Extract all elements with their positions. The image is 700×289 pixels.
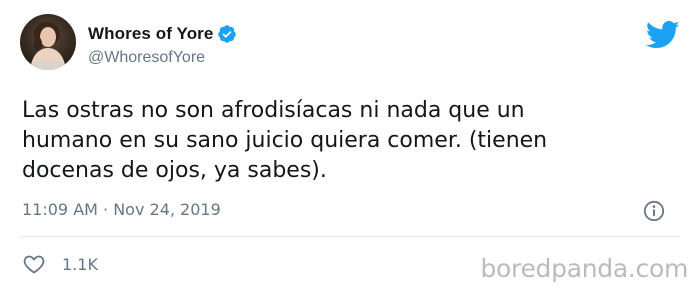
info-icon[interactable]	[642, 199, 666, 223]
twitter-bird-icon[interactable]	[645, 20, 680, 50]
display-name[interactable]: Whores of Yore	[88, 24, 213, 44]
tweet-header: Whores of Yore @WhoresofYore	[20, 14, 680, 78]
tweet-meta-row: 11:09 AM · Nov 24, 2019	[22, 199, 678, 223]
like-count[interactable]: 1.1K	[62, 255, 98, 274]
tweet-text-line: docenas de ojos, ya sabes).	[22, 158, 327, 183]
display-name-row: Whores of Yore	[88, 23, 237, 45]
author-handle[interactable]: @WhoresofYore	[88, 49, 237, 67]
portrait-avatar-image	[20, 14, 76, 70]
author-block: Whores of Yore @WhoresofYore	[88, 23, 237, 67]
tweet-text-line: humano en su sano juicio quiera comer. (…	[22, 128, 548, 153]
tweet-text: Las ostras no son afrodisíacas ni nada q…	[22, 96, 662, 186]
tweet-actions: 1.1K	[22, 252, 98, 276]
heart-icon[interactable]	[22, 252, 46, 276]
avatar[interactable]	[20, 14, 76, 70]
verified-badge-icon	[217, 24, 237, 44]
watermark-logo: boredpanda.com	[480, 254, 688, 283]
tweet-timestamp[interactable]: 11:09 AM · Nov 24, 2019	[22, 200, 221, 219]
tweet-text-line: Las ostras no son afrodisíacas ni nada q…	[22, 98, 525, 123]
divider	[20, 236, 680, 237]
tweet-card: Whores of Yore @WhoresofYore Las ostras …	[0, 0, 700, 289]
